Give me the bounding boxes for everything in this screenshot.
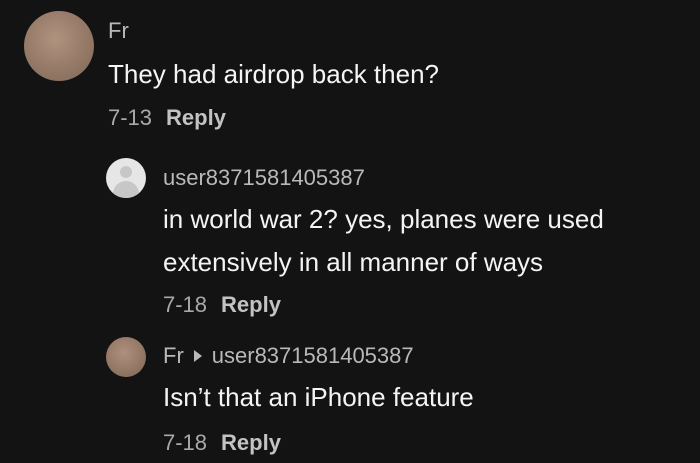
comment-meta: 7-18 Reply (163, 292, 281, 318)
comment-text: Isn’t that an iPhone feature (163, 382, 474, 412)
comment-date: 7-13 (108, 105, 153, 130)
avatar[interactable] (24, 11, 94, 81)
comment-text-line-2: extensively in all manner of ways (163, 247, 544, 277)
reply-button[interactable]: Reply (221, 430, 281, 455)
reply-button[interactable]: Reply (166, 105, 226, 130)
avatar[interactable] (106, 337, 146, 377)
avatar-head-shape (120, 166, 132, 178)
caret-right-icon (193, 350, 202, 363)
avatar-shoulders-shape (113, 181, 139, 198)
comment-text-line-1: in world war 2? yes, planes were used (163, 204, 604, 234)
comment-meta: 7-13 Reply (108, 105, 226, 131)
comment-username[interactable]: Fr (163, 343, 184, 368)
comment-username[interactable]: Fr (108, 18, 129, 44)
comment-date: 7-18 (163, 292, 208, 317)
reply-button[interactable]: Reply (221, 292, 281, 317)
comment-username-row: Fr user8371581405387 (163, 343, 414, 369)
default-user-icon[interactable] (106, 158, 146, 198)
comment-username[interactable]: user8371581405387 (163, 165, 365, 191)
comment-meta: 7-18 Reply (163, 430, 281, 456)
comment-date: 7-18 (163, 430, 208, 455)
comments-panel: Fr They had airdrop back then? 7-13 Reply… (0, 0, 700, 463)
reply-to-username[interactable]: user8371581405387 (212, 343, 414, 368)
comment-text: They had airdrop back then? (108, 59, 439, 89)
